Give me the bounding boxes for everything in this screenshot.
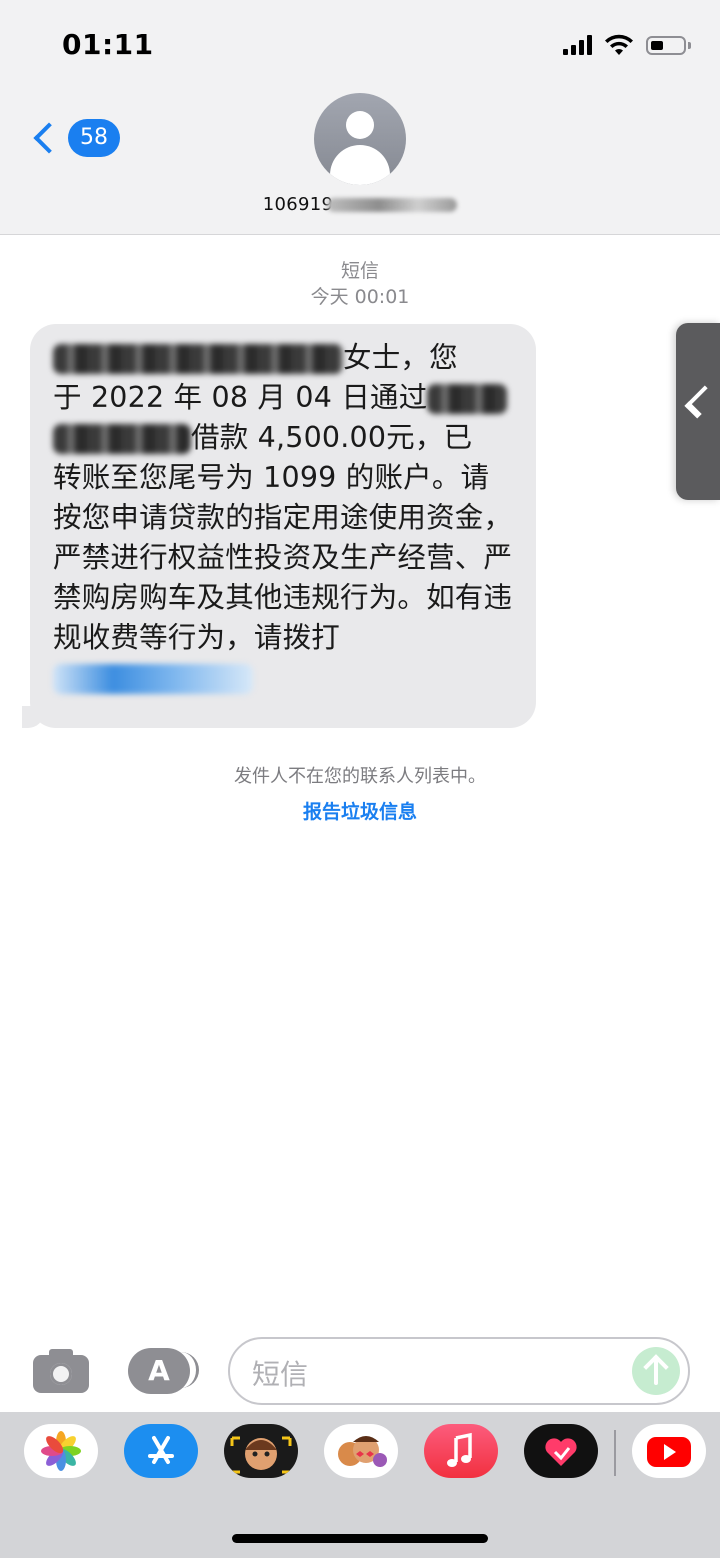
arrow-up-icon bbox=[643, 1354, 669, 1380]
report-junk-link[interactable]: 报告垃圾信息 bbox=[0, 797, 720, 824]
wifi-icon bbox=[605, 34, 633, 55]
battery-icon bbox=[646, 35, 691, 55]
memoji-icon[interactable] bbox=[224, 1424, 298, 1478]
app-store-icon[interactable] bbox=[124, 1424, 198, 1478]
incoming-message-bubble[interactable]: 女士，您 于 2022 年 08 月 04 日通过 借款 4,500.00元，已… bbox=[22, 324, 536, 728]
drawer-divider bbox=[614, 1430, 616, 1476]
camera-button[interactable] bbox=[33, 1349, 89, 1393]
app-store-button[interactable]: A bbox=[128, 1348, 199, 1394]
redacted-lender bbox=[53, 424, 191, 454]
message-input-placeholder: 短信 bbox=[252, 1358, 309, 1391]
unread-count-badge: 58 bbox=[68, 119, 120, 157]
status-bar: 01:11 bbox=[0, 0, 720, 88]
message-timestamp: 今天 00:01 bbox=[310, 286, 410, 308]
cellular-signal-icon bbox=[563, 35, 592, 55]
person-icon bbox=[346, 111, 374, 139]
redacted-name bbox=[53, 344, 343, 374]
status-time: 01:11 bbox=[62, 28, 154, 61]
redacted-platform bbox=[427, 384, 508, 414]
youtube-icon[interactable] bbox=[632, 1424, 706, 1478]
back-button[interactable]: 58 bbox=[28, 116, 120, 160]
redacted-number bbox=[327, 198, 458, 212]
redacted-phone-link bbox=[53, 664, 253, 694]
status-icons bbox=[563, 30, 691, 60]
photos-icon[interactable] bbox=[24, 1424, 98, 1478]
side-panel-handle[interactable] bbox=[676, 323, 720, 500]
chevron-left-icon bbox=[684, 385, 718, 419]
service-label: 短信 bbox=[340, 260, 379, 282]
thread-meta: 短信 今天 00:01 bbox=[0, 258, 720, 310]
unknown-sender-notice: 发件人不在您的联系人列表中。 bbox=[234, 766, 486, 787]
chevron-left-icon bbox=[33, 122, 65, 154]
contact-name[interactable]: 106919 bbox=[0, 194, 720, 215]
music-icon[interactable] bbox=[424, 1424, 498, 1478]
digital-touch-icon[interactable] bbox=[524, 1424, 598, 1478]
contact-avatar[interactable] bbox=[314, 93, 406, 185]
home-indicator[interactable] bbox=[232, 1534, 488, 1543]
send-button[interactable] bbox=[632, 1347, 680, 1395]
conversation-header: 58 106919 bbox=[0, 88, 720, 235]
message-input[interactable]: 短信 bbox=[228, 1337, 690, 1405]
animoji-icon[interactable] bbox=[324, 1424, 398, 1478]
